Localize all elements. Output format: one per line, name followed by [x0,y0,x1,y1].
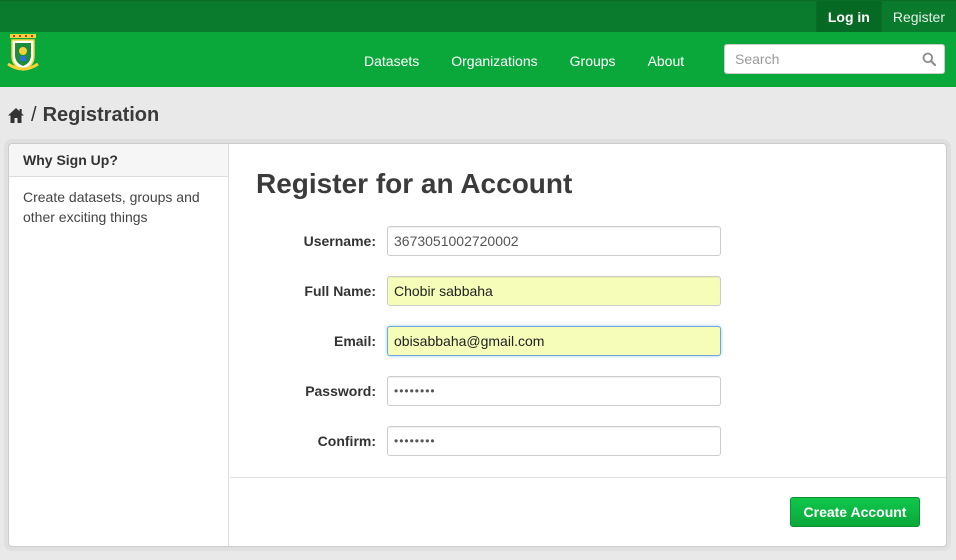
form-actions: Create Account [230,477,946,546]
sidebar-heading: Why Sign Up? [9,144,228,177]
account-bar: Log in Register [0,0,956,33]
create-account-button[interactable]: Create Account [790,497,920,527]
sidebar-text: Create datasets, groups and other exciti… [23,189,200,225]
site-logo[interactable] [6,34,40,72]
nav-groups[interactable]: Groups [554,32,632,87]
search-input[interactable] [725,45,915,73]
username-label: Username: [303,233,376,249]
home-icon[interactable] [7,107,25,124]
registration-panel: Why Sign Up? Create datasets, groups and… [8,143,947,547]
nav-organizations[interactable]: Organizations [435,32,553,87]
email-label: Email: [333,333,376,349]
confirm-row: Confirm: [230,426,946,456]
password-field[interactable] [387,376,721,406]
breadcrumb: / Registration [7,102,159,128]
crest-icon [7,34,39,71]
nav-datasets[interactable]: Datasets [348,32,435,87]
registration-form: Register for an Account Username: Full N… [230,144,946,546]
register-link[interactable]: Register [880,1,956,33]
breadcrumb-current[interactable]: Registration [43,104,160,127]
password-row: Password: [230,376,946,406]
username-field[interactable] [387,226,721,256]
login-link[interactable]: Log in [815,1,881,33]
search-box [724,44,945,74]
nav-about[interactable]: About [632,32,701,87]
page-title: Register for an Account [256,168,573,199]
breadcrumb-separator: / [31,103,37,126]
password-label: Password: [305,383,376,399]
fullname-label: Full Name: [304,283,376,299]
email-row: Email: [230,326,946,356]
sidebar: Why Sign Up? Create datasets, groups and… [9,144,229,546]
fullname-field[interactable] [387,276,721,306]
email-field[interactable] [387,326,721,356]
confirm-label: Confirm: [317,433,376,449]
search-icon[interactable] [922,52,936,66]
masthead: Datasets Organizations Groups About [0,32,956,87]
account-links: Log in Register [815,1,956,33]
confirm-password-field[interactable] [387,426,721,456]
fullname-row: Full Name: [230,276,946,306]
main-nav: Datasets Organizations Groups About [348,32,700,87]
username-row: Username: [230,226,946,256]
